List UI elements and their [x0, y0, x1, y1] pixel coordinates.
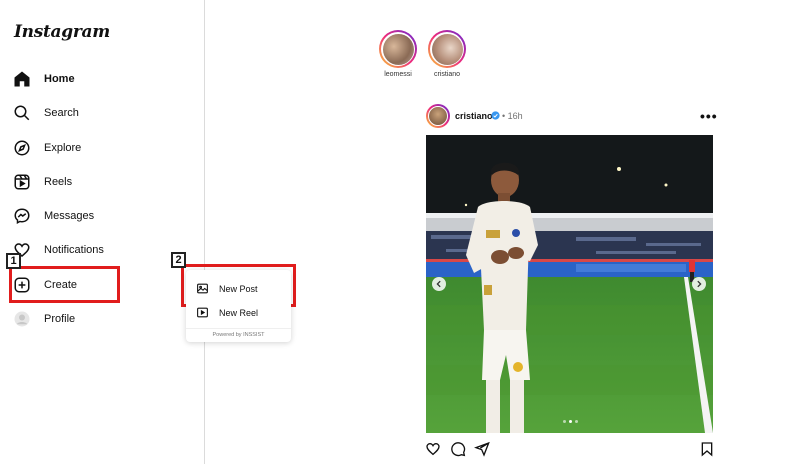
time-separator: •	[502, 111, 506, 121]
sidebar-item-label: Profile	[44, 313, 76, 325]
sidebar-item-label: Reels	[44, 176, 73, 188]
more-options-icon[interactable]: •••	[700, 108, 718, 124]
post-photo-illustration	[426, 135, 713, 433]
reels-icon	[12, 172, 32, 192]
chevron-left-icon	[436, 280, 441, 288]
sidebar-item-label: Explore	[44, 142, 82, 154]
verified-badge-icon	[491, 111, 500, 120]
sidebar-item-label: Search	[44, 107, 79, 119]
carousel-prev-button[interactable]	[432, 277, 446, 291]
sidebar-item-messages[interactable]: Messages	[12, 203, 182, 229]
sidebar-item-home[interactable]: Home	[12, 66, 182, 92]
home-icon	[12, 69, 32, 89]
story-avatar	[431, 33, 463, 65]
post-username[interactable]: cristiano	[455, 111, 493, 121]
sidebar-item-profile[interactable]: Profile	[12, 306, 182, 332]
avatar-icon	[12, 309, 32, 329]
menu-item-label: New Post	[219, 284, 258, 294]
bookmark-icon[interactable]	[699, 441, 715, 457]
menu-item-label: New Reel	[219, 308, 259, 318]
image-icon	[196, 282, 210, 296]
compass-icon	[12, 138, 32, 158]
story-username: cristiano	[433, 71, 461, 78]
sidebar-item-search[interactable]: Search	[12, 100, 182, 126]
search-icon	[12, 103, 32, 123]
post-author-avatar[interactable]	[426, 104, 450, 128]
highlight-create-box	[9, 266, 120, 303]
step-badge-2: 2	[171, 252, 186, 268]
story-ring	[428, 30, 466, 68]
carousel-next-button[interactable]	[692, 277, 706, 291]
messenger-icon	[12, 206, 32, 226]
menu-item-new-reel[interactable]: New Reel	[196, 306, 258, 320]
powered-by-footer: Powered by INSSIST	[186, 328, 291, 342]
sidebar-item-explore[interactable]: Explore	[12, 135, 182, 161]
sidebar-item-reels[interactable]: Reels	[12, 169, 182, 195]
step-badge-1: 1	[6, 253, 21, 269]
chevron-right-icon	[697, 280, 702, 288]
share-send-icon[interactable]	[474, 441, 490, 457]
reel-play-icon	[196, 306, 210, 320]
story-item[interactable]: cristiano	[417, 30, 477, 78]
sidebar-item-label: Messages	[44, 210, 95, 222]
sidebar-item-label: Notifications	[44, 244, 104, 256]
sidebar: Instagram Home Search Explore Reels Mess…	[0, 0, 205, 464]
carousel-dot	[575, 420, 578, 423]
story-avatar	[382, 33, 414, 65]
comment-icon[interactable]	[450, 441, 466, 457]
instagram-logo[interactable]: Instagram	[14, 22, 110, 42]
carousel-dot-active	[569, 420, 572, 423]
like-heart-icon[interactable]	[425, 441, 441, 457]
menu-item-new-post[interactable]: New Post	[196, 282, 258, 296]
carousel-indicator	[563, 420, 578, 423]
post-timestamp: • 16h	[502, 111, 523, 121]
sidebar-item-label: Home	[44, 73, 75, 85]
sidebar-item-notifications[interactable]: Notifications	[12, 237, 182, 263]
carousel-dot	[563, 420, 566, 423]
post-image[interactable]	[426, 135, 713, 433]
time-value: 16h	[507, 111, 523, 121]
create-menu: New Post New Reel Powered by INSSIST	[186, 270, 291, 342]
story-ring	[379, 30, 417, 68]
